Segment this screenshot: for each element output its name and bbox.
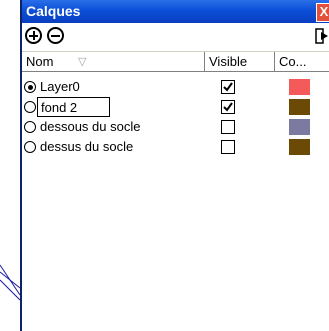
- visible-checkbox[interactable]: [221, 80, 235, 94]
- checkmark-icon: [223, 82, 233, 92]
- sort-down-icon: ▽: [78, 56, 87, 68]
- layer-row[interactable]: Layer0: [22, 77, 329, 97]
- checkmark-icon: [223, 102, 233, 112]
- active-layer-radio[interactable]: [24, 81, 36, 93]
- add-layer-button[interactable]: [25, 27, 42, 44]
- visible-checkbox[interactable]: [221, 140, 235, 154]
- layers-toolbar: [22, 23, 329, 51]
- layer-name: dessus du socle: [40, 139, 134, 154]
- visible-column-header[interactable]: Visible: [204, 52, 269, 71]
- layer-color-swatch[interactable]: [289, 99, 310, 115]
- active-layer-radio[interactable]: [24, 141, 36, 153]
- active-layer-radio[interactable]: [24, 121, 36, 133]
- layers-panel: Calques X Nom ▽ Visible Co... Layer0 fon…: [20, 0, 329, 331]
- layer-color-swatch[interactable]: [289, 139, 310, 155]
- visible-header-label: Visible: [209, 54, 248, 69]
- name-column-header[interactable]: Nom: [22, 52, 204, 71]
- column-header: Nom ▽ Visible Co...: [22, 51, 329, 72]
- layer-row[interactable]: dessus du socle: [22, 137, 329, 157]
- name-header-label: Nom: [26, 54, 54, 69]
- visible-checkbox[interactable]: [221, 120, 235, 134]
- title-bar[interactable]: Calques X: [22, 0, 329, 23]
- plus-circle-icon-stroke: [32, 31, 35, 40]
- active-layer-radio[interactable]: [24, 101, 36, 113]
- export-arrow-icon[interactable]: [315, 28, 329, 44]
- delete-layer-button[interactable]: [47, 27, 64, 44]
- layer-row[interactable]: [22, 97, 329, 117]
- window-title: Calques: [26, 3, 81, 19]
- layer-color-swatch[interactable]: [289, 79, 310, 95]
- color-column-header[interactable]: Co...: [274, 52, 329, 71]
- layer-color-swatch[interactable]: [289, 119, 310, 135]
- visible-checkbox[interactable]: [221, 100, 235, 114]
- model-edge: [0, 271, 21, 289]
- minus-circle-icon: [51, 34, 60, 37]
- color-header-label: Co...: [279, 54, 307, 69]
- layer-name: Layer0: [40, 79, 80, 94]
- layer-name-edit-field[interactable]: [37, 97, 110, 117]
- layer-name: dessous du socle: [40, 119, 141, 134]
- layer-row[interactable]: dessous du socle: [22, 117, 329, 137]
- close-button[interactable]: X: [316, 3, 329, 22]
